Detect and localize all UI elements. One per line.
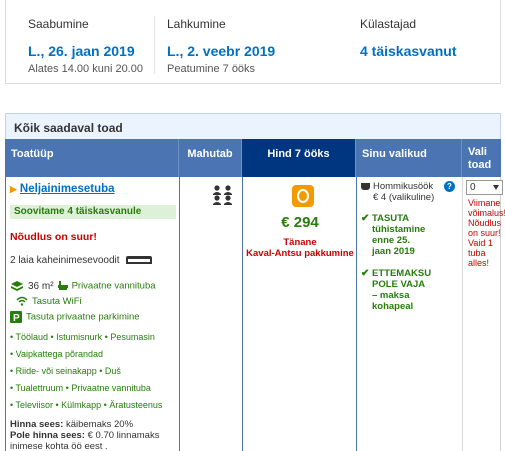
room-price: € 294 (281, 214, 319, 231)
checkin-date[interactable]: L., 26. jaan 2019 (28, 43, 143, 59)
checkmark-icon: ✔ (361, 268, 370, 279)
breakfast-label: Hommikusöök (373, 181, 434, 192)
deal-icon (292, 185, 314, 207)
room-size-icon (11, 281, 23, 291)
svg-text:P: P (13, 313, 20, 323)
people-icon (213, 185, 232, 205)
no-prepayment-line: – maksa (372, 290, 410, 301)
parking-icon: P (10, 311, 22, 323)
free-cancellation-line: jaan 2019 (372, 246, 415, 257)
room-quantity-value: 0 (470, 182, 476, 193)
checkout-label: Lahkumine (167, 17, 226, 31)
guests-block: Külastajad 4 täiskasvanut (360, 17, 457, 59)
caret-right-icon: ▶ (10, 184, 17, 194)
no-prepayment-line: ETTEMAKSU (372, 268, 432, 279)
breakfast-price: € 4 (valikuline) (373, 192, 435, 203)
checkin-label: Saabumine (28, 17, 89, 31)
guests-label: Külastajad (360, 17, 417, 31)
stay-length: Peatumine 7 ööks (167, 63, 256, 75)
deal-line-2: Kaval-Antsu pakkumine (246, 248, 354, 259)
free-cancellation-line: tühistamine (372, 224, 426, 235)
last-rooms-line: Viimane (468, 198, 501, 208)
col-header-select: Vali toad (468, 146, 492, 171)
room-size-feature: 36 m² Privaatne vannituba (10, 280, 156, 292)
bathroom-feature-label: Privaatne vannituba (71, 280, 156, 292)
free-cancellation: ✔ TASUTA tühistamine enne 25. jaan 2019 (361, 213, 425, 257)
guests-value[interactable]: 4 täiskasvanut (360, 43, 457, 59)
price-includes-value: käibemaks 20% (65, 419, 134, 430)
rooms-panel-header: Kõik saadaval toad (5, 113, 501, 139)
price-includes: Hinna sees: käibemaks 20% (10, 419, 133, 430)
checkout-block: Lahkumine L., 2. veebr 2019 Peatumine 7 … (167, 17, 275, 75)
amenities-line-5: • Televiisor • Külmkapp • Äratusteenus (10, 400, 163, 410)
deal-line-1: Tänane (283, 237, 317, 248)
room-name-link[interactable]: ▶ Neljainimesetuba (10, 183, 115, 195)
price-excludes-label: Pole hinna sees: (10, 430, 85, 441)
price-excludes: Pole hinna sees: € 0.70 linnamaks (10, 430, 159, 441)
booking-summary: Saabumine L., 26. jaan 2019 Alates 14.00… (5, 0, 501, 84)
col-header-price: Hind 7 ööks (242, 139, 356, 177)
col-header-room-type: Toatüüp (5, 139, 179, 177)
deal-text: Tänane Kaval-Antsu pakkumine (243, 237, 357, 259)
room-quantity-select[interactable]: 0 (466, 180, 503, 195)
checkin-block: Saabumine L., 26. jaan 2019 Alates 14.00… (28, 17, 143, 75)
coffee-cup-icon (361, 182, 370, 190)
chevron-down-icon (493, 185, 499, 190)
wifi-icon (16, 297, 28, 307)
free-cancellation-line: TASUTA (372, 213, 410, 224)
bath-icon (57, 281, 68, 290)
last-rooms-line: võimalus! (468, 208, 505, 218)
high-demand-text: Nõudlus on suur! (10, 231, 97, 243)
bed-info-label: 2 laia kaheinimesevoodit (10, 255, 120, 266)
room-name-label: Neljainimesetuba (19, 183, 115, 195)
free-cancellation-line: enne 25. (372, 235, 411, 246)
amenities-line-4: • Tualettruum • Privaatne vannituba (10, 383, 151, 393)
last-rooms-line: Nõudlus (468, 218, 502, 228)
last-rooms-warning: Viimane võimalus! Nõudlus on suur! Vaid … (468, 198, 505, 268)
no-prepayment-line: kohapeal (372, 301, 414, 312)
room-size-value: 36 m² (28, 280, 54, 292)
capacity-icon (212, 185, 234, 210)
parking-feature-label: Tasuta privaatne parkimine (26, 311, 140, 323)
last-rooms-line: alles! (468, 258, 490, 268)
price-excludes-extra: inimese kohta öö eest . (10, 441, 108, 451)
checkin-hours: Alates 14.00 kuni 20.00 (28, 63, 143, 75)
wifi-feature-label: Tasuta WiFi (32, 296, 82, 307)
last-rooms-line: Vaid 1 (468, 238, 493, 248)
divider (462, 177, 463, 451)
amenities-line-3: • Riide- või seinakapp • Duš (10, 366, 121, 376)
divider (179, 177, 180, 451)
parking-feature: P Tasuta privaatne parkimine (10, 311, 140, 323)
price-excludes-value: € 0.70 linnamaks (87, 430, 160, 441)
recommended-badge: Soovitame 4 täiskasvanule (10, 205, 176, 219)
wifi-feature: Tasuta WiFi (16, 296, 82, 307)
no-prepayment-line: POLE VAJA (372, 279, 426, 290)
rooms-panel-title: Kõik saadaval toad (14, 121, 123, 135)
last-rooms-line: tuba (468, 248, 486, 258)
breakfast-option: Hommikusöök € 4 (valikuline) (361, 181, 434, 203)
bed-icon (126, 256, 153, 265)
checkout-date[interactable]: L., 2. veebr 2019 (167, 43, 275, 59)
last-rooms-line: on suur! (468, 228, 501, 238)
rooms-table-header: Toatüüp Mahutab Hind 7 ööks Sinu valikud… (5, 139, 501, 177)
divider (154, 16, 155, 74)
col-header-capacity: Mahutab (179, 139, 242, 177)
info-icon[interactable]: ? (444, 181, 455, 192)
price-includes-label: Hinna sees: (10, 419, 64, 430)
bed-info: 2 laia kaheinimesevoodit (10, 255, 153, 266)
table-row: ▶ Neljainimesetuba Soovitame 4 täiskasvan… (5, 177, 505, 451)
amenities-line-1: • Töölaud • Istumisnurk • Pesumasin (10, 332, 155, 342)
no-prepayment: ✔ ETTEMAKSU POLE VAJA – maksa kohapeal (361, 268, 431, 312)
amenities-line-2: • Vaipkattega põrandad (10, 349, 104, 359)
checkmark-icon: ✔ (361, 213, 370, 224)
col-header-choices: Sinu valikud (356, 139, 462, 177)
